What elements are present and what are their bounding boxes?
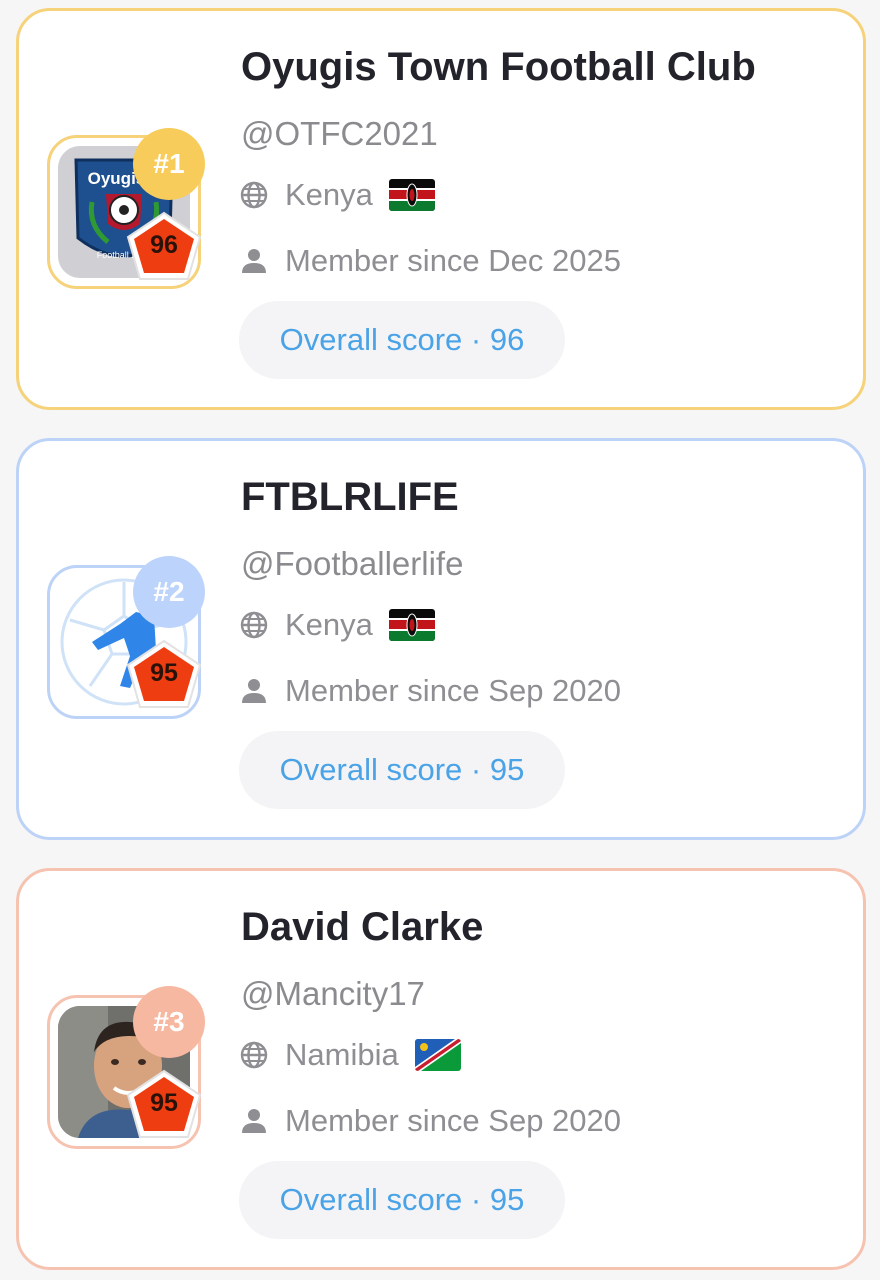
person-icon	[239, 246, 269, 276]
globe-icon	[239, 1040, 269, 1070]
country-name: Kenya	[285, 607, 373, 642]
globe-icon	[239, 610, 269, 640]
score-value: 95	[150, 659, 178, 687]
member-row: Member since Dec 2025	[239, 243, 621, 279]
score-value: 96	[150, 231, 178, 259]
kenya-flag	[388, 179, 435, 211]
player-name[interactable]: David Clarke	[241, 905, 483, 950]
person-icon	[239, 1106, 269, 1136]
player-name[interactable]: FTBLRLIFE	[241, 475, 459, 520]
player-handle: @Footballerlife	[241, 545, 464, 582]
score-badge: 96	[126, 209, 202, 283]
country-name: Namibia	[285, 1037, 399, 1072]
member-since: Member since Sep 2020	[285, 1103, 622, 1138]
score-badge: 95	[126, 1067, 202, 1141]
country-row: Namibia	[239, 1037, 461, 1073]
country-row: Kenya	[239, 607, 435, 643]
kenya-flag	[388, 609, 435, 641]
rank-badge: #1	[133, 128, 205, 200]
player-handle: @OTFC2021	[241, 115, 438, 152]
leaderboard-card[interactable]: #2 95 FTBLRLIFE @Footballerlife Kenya Me…	[16, 438, 866, 840]
globe-icon	[239, 180, 269, 210]
member-row: Member since Sep 2020	[239, 1103, 621, 1139]
country-name: Kenya	[285, 177, 373, 212]
overall-score-pill[interactable]: Overall score · 95	[239, 731, 565, 809]
rank-badge: #2	[133, 556, 205, 628]
leaderboard-card[interactable]: Oyugis T Football 2021 #1 96 Oyugis Town…	[16, 8, 866, 410]
namibia-flag	[414, 1039, 461, 1071]
member-row: Member since Sep 2020	[239, 673, 621, 709]
rank-badge: #3	[133, 986, 205, 1058]
member-since: Member since Dec 2025	[285, 243, 621, 278]
overall-score-pill[interactable]: Overall score · 96	[239, 301, 565, 379]
player-handle: @Mancity17	[241, 975, 425, 1012]
country-row: Kenya	[239, 177, 435, 213]
person-icon	[239, 676, 269, 706]
leaderboard-card[interactable]: #3 95 David Clarke @Mancity17 Namibia Me…	[16, 868, 866, 1270]
score-value: 95	[150, 1089, 178, 1117]
overall-score-pill[interactable]: Overall score · 95	[239, 1161, 565, 1239]
member-since: Member since Sep 2020	[285, 673, 622, 708]
player-name[interactable]: Oyugis Town Football Club	[241, 45, 756, 90]
score-badge: 95	[126, 637, 202, 711]
